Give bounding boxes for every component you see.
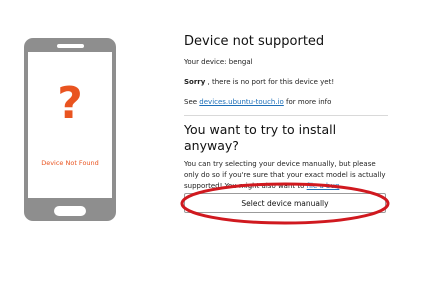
see-suffix: for more info	[283, 98, 332, 106]
see-more-info: See devices.ubuntu-touch.io for more inf…	[184, 98, 388, 107]
question-mark-icon: ?	[57, 78, 83, 129]
info-panel: Device not supported Your device: bengal…	[184, 34, 388, 192]
section-divider	[184, 115, 388, 116]
page-title: Device not supported	[184, 34, 325, 49]
select-device-manually-button[interactable]: Select device manually	[184, 193, 386, 213]
description-end: .	[339, 182, 342, 190]
sorry-message: Sorry , there is no port for this device…	[184, 78, 388, 87]
phone-screen: ? Device Not Found	[28, 52, 112, 198]
device-not-supported-page: ? Device Not Found Device not supported …	[0, 0, 428, 284]
install-anyway-heading: You want to try to install anyway?	[184, 122, 337, 153]
file-bug-link[interactable]: file a bug	[307, 182, 340, 190]
phone-speaker	[57, 44, 84, 48]
device-not-found-caption: Device Not Found	[41, 159, 99, 167]
description-text: You can try selecting your device manual…	[184, 160, 386, 190]
sorry-text: , there is no port for this device yet!	[205, 78, 335, 86]
phone-illustration: ? Device Not Found	[24, 38, 116, 221]
phone-home-button	[54, 206, 86, 216]
device-line: Your device: bengal	[184, 58, 253, 66]
devices-link[interactable]: devices.ubuntu-touch.io	[199, 98, 284, 106]
sorry-bold: Sorry	[184, 78, 206, 86]
see-prefix: See	[184, 98, 200, 106]
install-anyway-description: You can try selecting your device manual…	[184, 159, 388, 192]
